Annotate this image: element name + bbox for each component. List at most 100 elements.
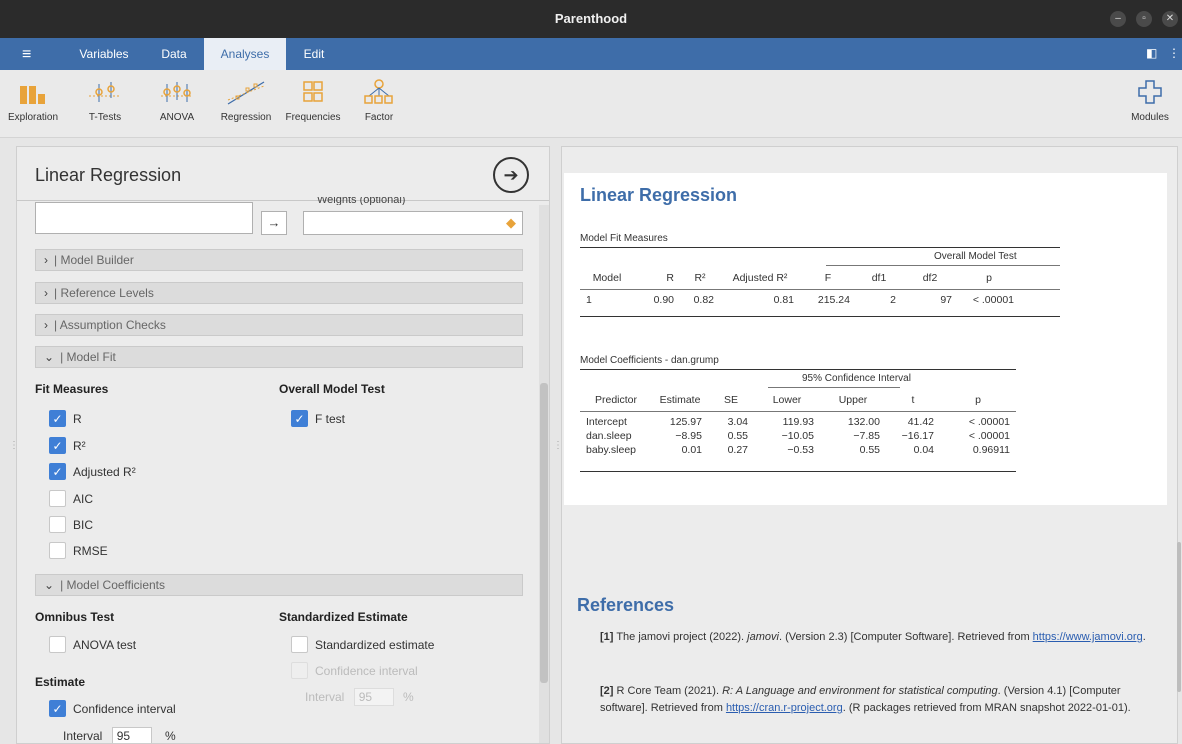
ref-text: R Core Team (2021). bbox=[616, 685, 720, 697]
left-splitter-handle[interactable]: ⋮ bbox=[9, 440, 19, 451]
standardized-estimate-header: Standardized Estimate bbox=[279, 610, 408, 624]
cran-link[interactable]: https://cran.r-project.org bbox=[726, 702, 843, 714]
results-scrollbar-thumb[interactable] bbox=[1177, 542, 1181, 692]
fit-table-caption: Model Fit Measures bbox=[580, 233, 668, 244]
modules-button[interactable]: Modules bbox=[1124, 78, 1176, 123]
hamburger-menu-icon[interactable]: ≡ bbox=[22, 46, 31, 64]
chevron-right-icon: › bbox=[44, 286, 48, 300]
checkbox-standardized-estimate[interactable]: Standardized estimate bbox=[291, 636, 434, 654]
table-cell: < .00001 bbox=[972, 293, 1014, 306]
col-header: p bbox=[975, 393, 981, 406]
chevron-right-icon: › bbox=[44, 253, 48, 267]
ref-text: . bbox=[1142, 631, 1146, 643]
checkbox-check-icon: ✓ bbox=[49, 437, 66, 454]
table-cell: < .00001 bbox=[968, 416, 1010, 428]
more-menu-icon[interactable]: ⋮ bbox=[1168, 46, 1180, 60]
variables-list-box[interactable] bbox=[35, 202, 253, 234]
col-header: t bbox=[911, 393, 915, 406]
window-titlebar: Parenthood – ▫ ✕ bbox=[0, 0, 1182, 38]
section-assumption-checks[interactable]: › | Assumption Checks bbox=[35, 314, 523, 336]
table-bottom-rule bbox=[580, 316, 1060, 317]
section-model-fit[interactable]: ⌄ | Model Fit bbox=[35, 346, 523, 368]
frequencies-button[interactable]: Frequencies bbox=[280, 78, 346, 123]
coef-group-header: 95% Confidence Interval bbox=[802, 373, 911, 384]
reference-2: [2] R Core Team (2021). R: A Language an… bbox=[600, 683, 1160, 717]
col-header: df2 bbox=[922, 271, 938, 284]
maximize-icon[interactable]: ▫ bbox=[1136, 11, 1152, 27]
chevron-right-icon: › bbox=[44, 318, 48, 332]
coef-table-caption: Model Coefficients - dan.grump bbox=[580, 355, 719, 366]
ttests-button[interactable]: T-Tests bbox=[80, 78, 130, 123]
col-header: Upper bbox=[838, 393, 868, 406]
frequencies-label: Frequencies bbox=[285, 112, 341, 123]
weights-label: Weights (optional) bbox=[317, 197, 406, 205]
close-icon[interactable]: ✕ bbox=[1162, 11, 1178, 27]
options-scrollbar[interactable] bbox=[539, 205, 549, 743]
col-header: Model bbox=[592, 271, 622, 284]
factor-icon bbox=[364, 79, 393, 104]
table-cell: 0.81 bbox=[773, 293, 794, 306]
move-to-weights-button[interactable]: → bbox=[261, 211, 287, 235]
omnibus-test-header: Omnibus Test bbox=[35, 610, 115, 624]
table-cell: 215.24 bbox=[817, 293, 850, 306]
checkbox-bic[interactable]: BIC bbox=[49, 516, 93, 534]
reference-1: [1] The jamovi project (2022). jamovi. (… bbox=[600, 629, 1160, 646]
checkbox-check-icon: ✓ bbox=[49, 700, 66, 717]
table-cell: 125.97 bbox=[669, 416, 702, 428]
checkbox-aic[interactable]: AIC bbox=[49, 490, 93, 508]
checkbox-adjusted-r2[interactable]: ✓ Adjusted R² bbox=[49, 463, 136, 481]
table-cell: 41.42 bbox=[907, 416, 934, 428]
checkbox-r2[interactable]: ✓ R² bbox=[49, 437, 86, 455]
ttests-label: T-Tests bbox=[88, 112, 122, 123]
anova-label: ANOVA bbox=[159, 112, 195, 123]
section-model-coefficients[interactable]: ⌄ | Model Coefficients bbox=[35, 574, 523, 596]
checkbox-rmse[interactable]: RMSE bbox=[49, 542, 108, 560]
table-cell: 132.00 bbox=[847, 416, 880, 428]
tab-variables[interactable]: Variables bbox=[66, 38, 142, 70]
checkbox-estimate-confidence-interval[interactable]: ✓ Confidence interval bbox=[49, 700, 176, 718]
anova-button[interactable]: ANOVA bbox=[152, 78, 202, 123]
table-header-row: Model R R² Adjusted R² F df1 df2 p bbox=[580, 269, 1020, 286]
table-row: dan.sleep −8.95 0.55 −10.05 −7.85 −16.17… bbox=[580, 429, 1016, 443]
results-scrollbar[interactable] bbox=[1177, 146, 1182, 744]
close-options-arrow-icon[interactable]: ➔ bbox=[493, 157, 529, 193]
table-cell: 1 bbox=[586, 293, 592, 306]
panel-toggle-icon[interactable]: ◧ bbox=[1146, 46, 1157, 60]
col-header: R² bbox=[694, 271, 706, 284]
tab-analyses[interactable]: Analyses bbox=[204, 38, 286, 70]
ref-text: . (R packages retrieved from MRAN snapsh… bbox=[842, 702, 1131, 714]
frequencies-icon bbox=[303, 81, 323, 102]
estimate-interval-input[interactable]: 95 bbox=[111, 727, 152, 743]
std-interval-input[interactable]: 95 bbox=[353, 688, 394, 706]
checkbox-f-test[interactable]: ✓ F test bbox=[291, 410, 345, 428]
table-rule bbox=[580, 247, 1060, 248]
weights-field[interactable]: ◆ bbox=[303, 211, 523, 235]
jamovi-link[interactable]: https://www.jamovi.org bbox=[1033, 631, 1143, 643]
analyses-toolbar: Exploration T-Tests ANOVA Regression Fre… bbox=[0, 70, 1182, 138]
table-header-row: Predictor Estimate SE Lower Upper t p bbox=[580, 391, 1016, 408]
checkbox-label: R bbox=[73, 412, 82, 426]
table-cell: dan.sleep bbox=[586, 430, 632, 442]
options-scrollbar-thumb[interactable] bbox=[540, 383, 548, 683]
tab-edit[interactable]: Edit bbox=[292, 38, 336, 70]
checkbox-r[interactable]: ✓ R bbox=[49, 410, 82, 428]
checkbox-label: RMSE bbox=[73, 544, 108, 558]
regression-button[interactable]: Regression bbox=[216, 78, 276, 123]
section-reference-levels[interactable]: › | Reference Levels bbox=[35, 282, 523, 304]
factor-button[interactable]: Factor bbox=[354, 78, 404, 123]
section-model-builder[interactable]: › | Model Builder bbox=[35, 249, 523, 271]
checkbox-anova-test[interactable]: ANOVA test bbox=[49, 636, 136, 654]
ruler-icon: ◆ bbox=[506, 215, 516, 230]
options-title: Linear Regression bbox=[35, 165, 182, 185]
ttests-icon bbox=[89, 82, 121, 102]
checkbox-label: ANOVA test bbox=[73, 638, 137, 652]
table-cell: 0.27 bbox=[727, 444, 748, 456]
exploration-button[interactable]: Exploration bbox=[4, 78, 62, 123]
table-cell: −0.53 bbox=[787, 444, 814, 456]
table-cell: 0.04 bbox=[913, 444, 934, 456]
table-cell: 0.82 bbox=[693, 293, 714, 306]
checkbox-label: R² bbox=[73, 439, 86, 453]
checkbox-std-confidence-interval[interactable]: Confidence interval bbox=[291, 662, 418, 680]
minimize-icon[interactable]: – bbox=[1110, 11, 1126, 27]
tab-data[interactable]: Data bbox=[150, 38, 198, 70]
